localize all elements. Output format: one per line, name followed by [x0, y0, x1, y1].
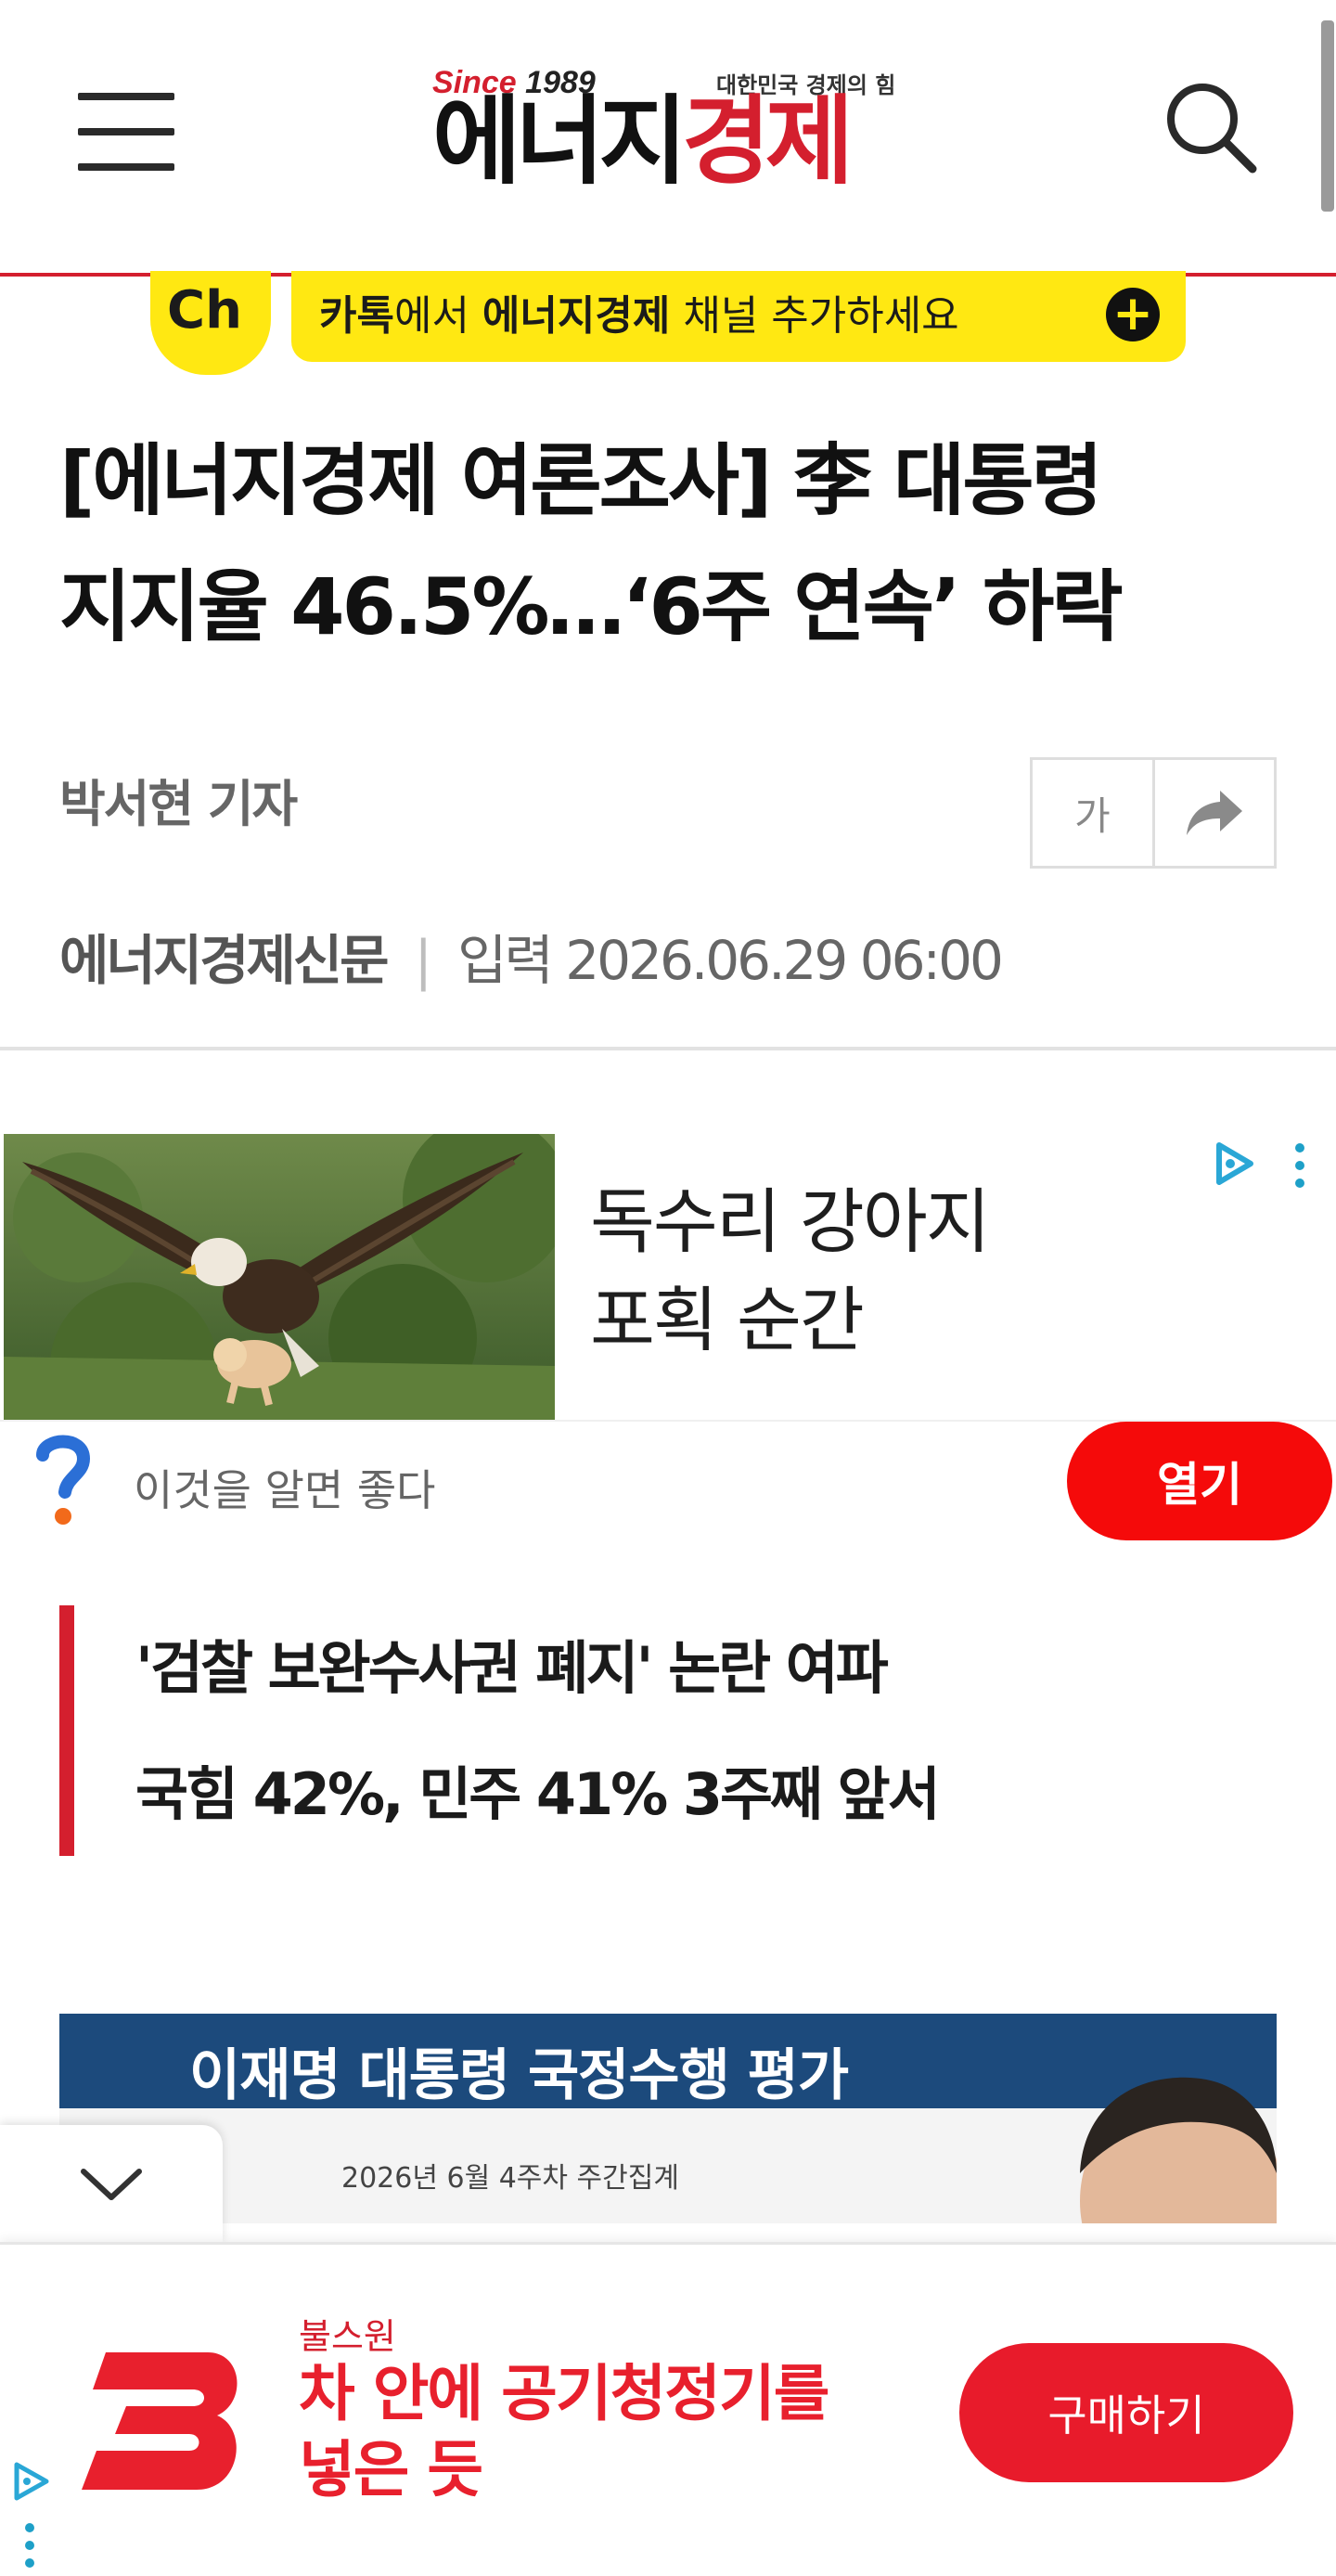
native-ad-card[interactable]: 독수리 강아지 포획 순간 이것을 알면 좋다 열기 — [0, 1134, 1336, 1540]
bullsone-logo — [82, 2352, 238, 2490]
ad-open-button[interactable]: 열기 — [1067, 1422, 1332, 1540]
section-divider — [0, 1047, 1336, 1050]
share-arrow-icon — [1187, 791, 1242, 835]
image-title: 이재명 대통령 국정수행 평가 — [189, 2043, 849, 2108]
article-source: 에너지경제신문 — [59, 929, 390, 992]
adchoices-icon[interactable] — [9, 2460, 52, 2503]
ad-title[interactable]: 독수리 강아지 포획 순간 — [590, 1173, 1184, 1370]
article-meta: 에너지경제신문 | 입력 2026.06.29 06:00 — [59, 917, 1004, 995]
hamburger-icon-bar — [78, 128, 174, 135]
article-subheads: '검찰 보완수사권 폐지' 논란 여파 국힘 42%, 민주 41% 3주째 앞… — [59, 1605, 1265, 1856]
ad-footer: 이것을 알면 좋다 열기 — [0, 1420, 1336, 1540]
article-published: 입력 2026.06.29 06:00 — [457, 929, 1004, 992]
subhead-line: 국힘 42%, 민주 41% 3주째 앞서 — [135, 1760, 941, 1828]
kakao-channel-text: 카톡에서 에너지경제 채널 추가하세요 — [319, 292, 959, 340]
ad-options-icon[interactable] — [20, 2521, 39, 2570]
font-size-button[interactable]: 가 — [1033, 760, 1155, 866]
ad-options-icon[interactable] — [1286, 1141, 1314, 1190]
meta-separator: | — [414, 929, 432, 992]
question-mark-icon — [36, 1435, 91, 1525]
scrollbar-thumb[interactable] — [1321, 20, 1334, 212]
ad-source: 이것을 알면 좋다 — [134, 1465, 436, 1515]
plus-circle-icon: + — [1106, 288, 1160, 341]
kakao-channel-bar: 카톡에서 에너지경제 채널 추가하세요 + — [291, 271, 1186, 362]
article-author: 박서현 기자 — [59, 775, 298, 833]
hamburger-icon-bar — [78, 93, 174, 100]
image-subtitle: 2026년 6월 4주차 주간집계 — [341, 2162, 679, 2195]
kakao-channel-banner[interactable]: Ch 카톡에서 에너지경제 채널 추가하세요 + — [150, 271, 1186, 375]
article-headline: [에너지경제 여론조사] 李 대통령 지지율 46.5%…‘6주 연속’ 하락 — [59, 435, 1124, 652]
logo-wordmark: 에너지경제 — [432, 84, 854, 198]
ad-brand: 불스원 — [299, 2316, 396, 2357]
bottom-sticky-ad[interactable]: 불스원 차 안에 공기청정기를 넣은 듯 구매하기 — [0, 2242, 1336, 2576]
menu-button[interactable] — [78, 89, 174, 174]
article-image[interactable]: 이재명 대통령 국정수행 평가 2026년 6월 4주차 주간집계 — [59, 2014, 1277, 2223]
chevron-down-icon — [81, 2169, 142, 2200]
ad-eagle-image[interactable] — [4, 1134, 555, 1420]
ad-headline: 차 안에 공기청정기를 넣은 듯 — [299, 2358, 829, 2505]
hamburger-icon-bar — [78, 163, 174, 171]
site-header: Since 1989 대한민국 경제의 힘 에너지경제 — [0, 0, 1336, 277]
collapse-ad-button[interactable] — [0, 2125, 223, 2244]
buy-button[interactable]: 구매하기 — [959, 2343, 1293, 2482]
page: Since 1989 대한민국 경제의 힘 에너지경제 Ch 카톡에서 에너지경… — [0, 0, 1336, 2576]
adchoices-icon[interactable] — [1210, 1140, 1258, 1188]
search-icon — [1167, 84, 1257, 174]
share-button[interactable] — [1155, 760, 1274, 866]
site-logo[interactable]: Since 1989 대한민국 경제의 힘 에너지경제 — [432, 59, 909, 217]
article-tools: 가 — [1030, 757, 1277, 869]
search-button[interactable] — [1162, 78, 1258, 174]
subhead-line: '검찰 보완수사권 폐지' 논란 여파 — [135, 1634, 889, 1702]
president-photo — [1080, 2077, 1277, 2223]
kakao-channel-badge: Ch — [150, 271, 271, 375]
